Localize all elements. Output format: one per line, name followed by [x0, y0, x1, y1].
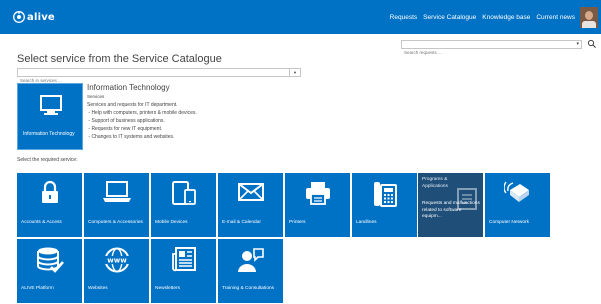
top-bar: alive Requests Service Catalogue Knowled… — [0, 0, 601, 34]
service-tile-alive-platform[interactable]: ALIVE Platform — [17, 239, 82, 303]
category-tile-information-technology[interactable]: Information Technology — [17, 83, 83, 150]
lock-icon — [41, 180, 58, 203]
database-check-icon — [36, 247, 64, 273]
service-tile-description: Requests and malfunctions related to sof… — [422, 201, 480, 219]
logo-text: alive — [27, 11, 55, 23]
service-tile-printers[interactable]: Printers — [285, 173, 350, 237]
svg-text:www: www — [107, 257, 127, 265]
envelope-icon — [237, 183, 264, 201]
printer-icon — [305, 182, 330, 205]
computer-monitor-icon — [40, 95, 62, 115]
network-icon — [503, 181, 529, 202]
service-tile-computer-network[interactable]: Computer Network — [485, 173, 550, 237]
service-tile-label: ALIVE Platform — [21, 286, 54, 291]
select-service-label: Select the required service: — [17, 157, 78, 163]
service-tile-landlines[interactable]: Landlines — [352, 173, 417, 237]
service-tile-label: Landlines — [356, 220, 377, 225]
category-subtitle: Services — [87, 94, 105, 99]
service-tile-title: Programs & Applications — [422, 177, 448, 189]
service-search-box: ▾ — [17, 68, 301, 84]
nav-current-news[interactable]: Current news — [536, 14, 575, 21]
service-tile-label: Printers — [289, 220, 306, 225]
consultation-icon — [237, 248, 264, 272]
service-tile-accounts-access[interactable]: Accounts & Access — [17, 173, 82, 237]
service-tile-label: Mobile Devices — [155, 220, 188, 225]
service-tile-email-calendar[interactable]: E-mail & Calendar — [218, 173, 283, 237]
service-tile-computers-accessories[interactable]: Computers & Accessories — [84, 173, 149, 237]
service-tile-training-consultations[interactable]: Training & Consultations — [218, 239, 283, 303]
service-tile-label: Newsletters — [155, 286, 181, 291]
category-title: Information Technology — [87, 83, 170, 92]
avatar-shirt — [582, 21, 596, 28]
search-icon[interactable] — [587, 39, 597, 49]
service-tile-label: E-mail & Calendar — [222, 220, 261, 225]
laptop-icon — [102, 181, 131, 202]
avatar-face — [585, 11, 593, 20]
category-description: Services and requests for IT department.… — [87, 102, 197, 140]
request-search-input[interactable] — [402, 49, 572, 56]
newspaper-icon — [171, 247, 196, 272]
service-tile-label: Accounts & Access — [21, 220, 62, 225]
alive-logo-icon — [13, 11, 25, 23]
page-title: Select service from the Service Catalogu… — [17, 53, 222, 65]
globe-www-icon: www — [103, 247, 130, 273]
chevron-down-icon[interactable]: ▾ — [576, 41, 579, 47]
user-avatar[interactable] — [580, 7, 598, 28]
service-tile-programs-applications[interactable]: Programs & Applications Requests and mal… — [418, 173, 483, 237]
service-tile-label: Training & Consultations — [222, 286, 275, 291]
service-tile-label: Computer Network — [489, 220, 529, 225]
service-tile-newsletters[interactable]: Newsletters — [151, 239, 216, 303]
alive-logo[interactable]: alive — [13, 11, 55, 23]
nav-requests[interactable]: Requests — [390, 14, 417, 21]
mobile-device-icon — [171, 181, 196, 205]
category-tile-label: Information Technology — [23, 131, 75, 137]
service-tile-label: Websites — [88, 286, 108, 291]
service-tile-label: Computers & Accessories — [88, 220, 143, 225]
service-tile-mobile-devices[interactable]: Mobile Devices — [151, 173, 216, 237]
desk-phone-icon — [373, 182, 397, 207]
nav-service-catalogue[interactable]: Service Catalogue — [423, 14, 476, 21]
service-tile-websites[interactable]: www Websites — [84, 239, 149, 303]
service-search-dropdown-button[interactable]: ▾ — [289, 68, 300, 77]
nav-knowledge-base[interactable]: Knowledge base — [482, 14, 530, 21]
main-nav: Requests Service Catalogue Knowledge bas… — [390, 14, 575, 21]
request-search-box: ▾ — [401, 40, 582, 56]
